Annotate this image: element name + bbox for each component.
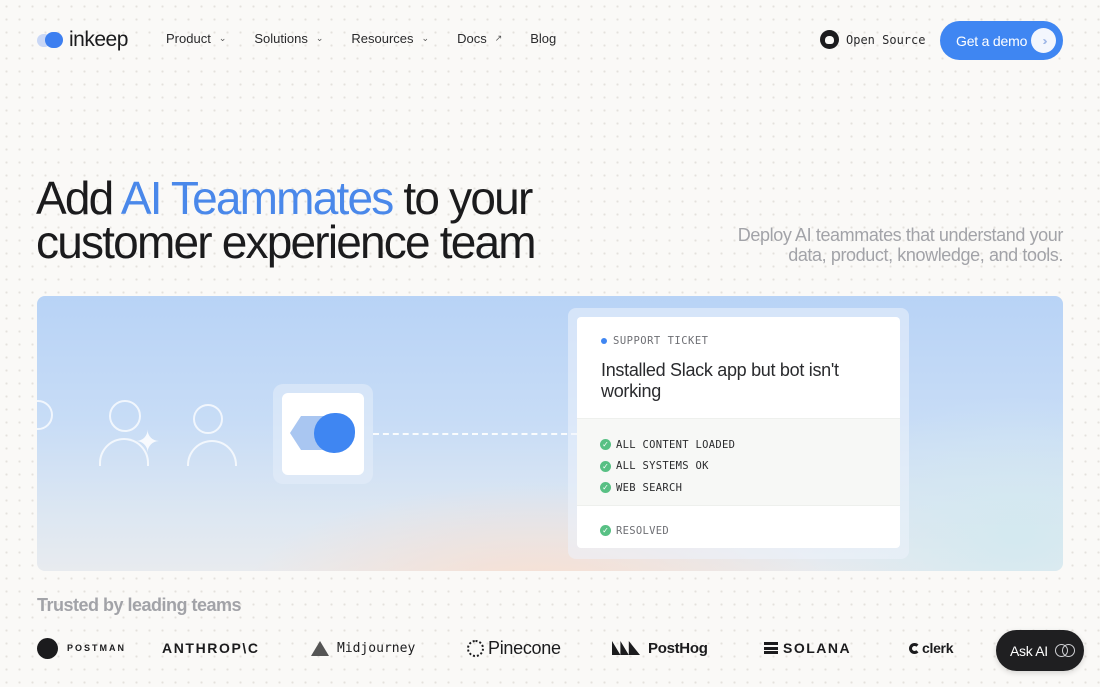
check-circle-icon: ✓	[600, 460, 611, 472]
status-dot-icon	[601, 338, 607, 344]
connector-line	[373, 433, 577, 435]
logo-name: Midjourney	[337, 640, 416, 656]
midjourney-logo: Midjourney	[311, 636, 415, 660]
support-ticket-card: SUPPORT TICKET Installed Slack app but b…	[577, 317, 900, 548]
infinity-icon	[1054, 644, 1075, 657]
user-icon	[37, 400, 53, 430]
check-circle-icon: ✓	[600, 482, 611, 494]
ticket-footer: ✓ RESOLVED	[577, 506, 900, 542]
nav-item-label: Docs	[457, 31, 487, 46]
clerk-logo: clerk	[909, 636, 954, 660]
solana-icon	[764, 642, 778, 654]
check-row: ✓ ALL SYSTEMS OK	[600, 456, 877, 478]
logo-name: Pinecone	[488, 637, 561, 658]
hero-illustration: ✦ SUPPORT TICKET Installed Slack app but…	[37, 296, 1063, 571]
nav-item-solutions[interactable]: Solutions ⌄	[254, 31, 323, 46]
get-a-demo-button[interactable]: Get a demo ››	[940, 21, 1063, 60]
solana-logo: SOLANA	[764, 636, 851, 660]
clerk-icon	[909, 642, 920, 654]
nav-item-label: Blog	[530, 31, 557, 46]
posthog-icon	[612, 641, 640, 655]
sparkle-icon: ✦	[135, 426, 161, 459]
ask-ai-button[interactable]: Ask AI	[996, 630, 1084, 671]
nav-item-label: Solutions	[254, 31, 308, 46]
hero-subhead: Deploy AI teammates that understand your…	[737, 225, 1064, 265]
top-nav: inkeep Product ⌄ Solutions ⌄ Resources ⌄…	[0, 0, 1100, 80]
logo-name: ANTHROP\C	[162, 640, 260, 656]
chevron-down-icon: ⌄	[218, 33, 227, 43]
inkeep-logo[interactable]: inkeep	[37, 28, 128, 52]
nav-links: Product ⌄ Solutions ⌄ Resources ⌄ Docs ↗…	[166, 31, 556, 46]
check-label: ALL SYSTEMS OK	[616, 460, 709, 473]
nav-item-label: Product	[166, 31, 211, 46]
logo-text: inkeep	[69, 28, 128, 51]
resolved-row: ✓ RESOLVED	[600, 520, 877, 542]
nav-item-docs[interactable]: Docs ↗	[457, 31, 502, 46]
sailboat-icon	[311, 640, 329, 656]
agent-headset-icon	[193, 404, 223, 434]
check-circle-icon: ✓	[600, 439, 611, 451]
nav-item-blog[interactable]: Blog	[530, 31, 556, 46]
check-row: ✓ WEB SEARCH	[600, 477, 877, 499]
inkeep-blob-icon	[314, 413, 355, 453]
check-label: WEB SEARCH	[616, 481, 683, 494]
ticket-checks: ✓ ALL CONTENT LOADED ✓ ALL SYSTEMS OK ✓ …	[577, 418, 900, 506]
check-row: ✓ ALL CONTENT LOADED	[600, 434, 877, 456]
arrow-up-right-icon: ↗	[494, 33, 503, 43]
check-label: ALL CONTENT LOADED	[616, 438, 736, 451]
posthog-logo: PostHog	[612, 636, 708, 660]
ticket-tag: SUPPORT TICKET	[601, 335, 876, 347]
open-source-link[interactable]: Open Source	[820, 30, 925, 49]
postman-icon	[37, 637, 58, 659]
pinecone-icon	[467, 639, 484, 657]
pinecone-logo: Pinecone	[467, 636, 561, 660]
postman-logo: POSTMAN	[37, 636, 126, 660]
logo-name: clerk	[922, 640, 954, 656]
double-chevron-right-icon: ››	[1031, 28, 1056, 53]
nav-item-product[interactable]: Product ⌄	[166, 31, 226, 46]
anthropic-logo: ANTHROP\C	[162, 636, 260, 660]
inkeep-logo-icon	[37, 31, 65, 49]
agent-body-icon	[187, 440, 237, 466]
ticket-title: Installed Slack app but bot isn't workin…	[601, 360, 839, 401]
resolved-label: RESOLVED	[616, 524, 669, 537]
chevron-down-icon: ⌄	[421, 33, 430, 43]
open-source-label: Open Source	[846, 32, 926, 47]
ticket-tag-label: SUPPORT TICKET	[613, 335, 709, 347]
github-icon	[820, 30, 839, 49]
demo-button-label: Get a demo	[956, 32, 1028, 49]
nav-item-label: Resources	[351, 31, 414, 46]
chevron-down-icon: ⌄	[315, 33, 324, 43]
ask-ai-label: Ask AI	[1010, 642, 1048, 659]
trusted-heading: Trusted by leading teams	[37, 595, 242, 615]
logo-name: PostHog	[648, 639, 708, 657]
logo-name: POSTMAN	[67, 643, 126, 653]
hero-headline: Add AI Teammates to your customer experi…	[36, 175, 596, 265]
check-circle-icon: ✓	[600, 525, 611, 537]
logo-name: SOLANA	[783, 640, 852, 656]
nav-item-resources[interactable]: Resources ⌄	[351, 31, 429, 46]
ticket-header: SUPPORT TICKET Installed Slack app but b…	[577, 317, 900, 418]
